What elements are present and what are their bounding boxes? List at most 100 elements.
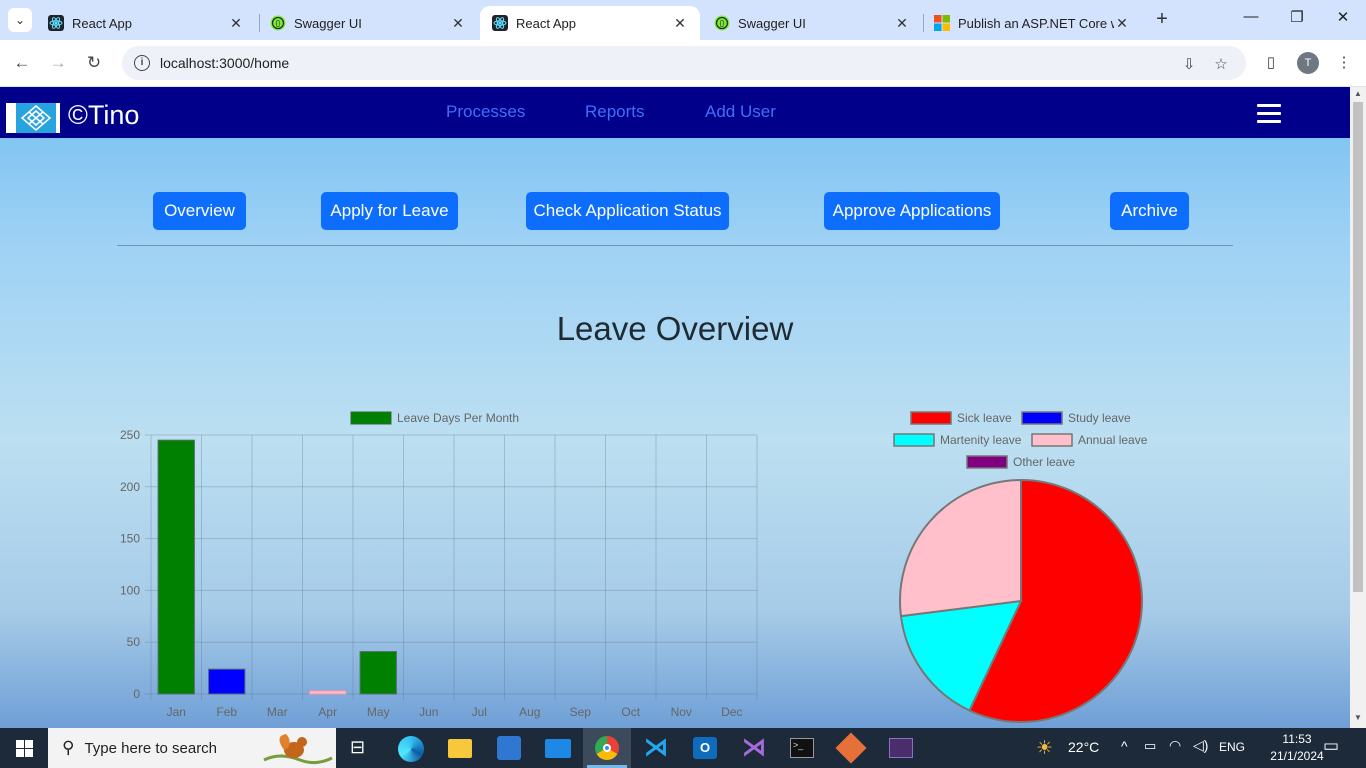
bar-legend-swatch <box>350 411 392 425</box>
new-tab-plus-icon[interactable]: + <box>1150 8 1174 32</box>
edge-browser-icon[interactable] <box>398 736 424 762</box>
input-language[interactable]: ENG <box>1219 740 1245 754</box>
url-text: localhost:3000/home <box>160 55 290 71</box>
bar-x-tick-label: Feb <box>216 705 237 719</box>
react-icon <box>48 15 64 31</box>
browser-tab-5[interactable]: Publish an ASP.NET Core we ✕ <box>922 6 1142 40</box>
swagger-icon: {} <box>270 15 286 31</box>
react-icon <box>492 15 508 31</box>
tray-chevron-icon[interactable]: ^ <box>1121 738 1128 754</box>
chrome-taskbar-button[interactable] <box>583 728 631 768</box>
microsoft-store-icon[interactable] <box>497 736 521 760</box>
browser-tab-4[interactable]: {} Swagger UI ✕ <box>702 6 922 40</box>
file-explorer-icon[interactable] <box>448 739 472 758</box>
pie-legend-label: Sick leave <box>957 411 1012 425</box>
close-tab-icon[interactable]: ✕ <box>450 15 466 32</box>
close-tab-icon[interactable]: ✕ <box>1114 15 1130 32</box>
bar-x-tick-label: Oct <box>621 705 640 719</box>
tab-title: Swagger UI <box>294 15 362 31</box>
page-viewport: ©Tino Processes Reports Add User Overvie… <box>0 87 1350 728</box>
scroll-up-icon[interactable]: ▲ <box>1350 89 1366 103</box>
windows-taskbar: ⚲ Type here to search ⊟ ⋊ O ⋊ >_ ☀ 22°C … <box>0 728 1366 768</box>
browser-tab-2[interactable]: {} Swagger UI ✕ <box>258 6 478 40</box>
windows-start-icon[interactable] <box>16 740 33 757</box>
outlook-icon[interactable]: O <box>693 737 717 759</box>
browser-tab-3-active[interactable]: React App ✕ <box>480 6 700 40</box>
site-info-icon[interactable]: i <box>134 55 150 71</box>
battery-icon[interactable]: ▭ <box>1144 738 1156 754</box>
bar-y-tick-label: 200 <box>120 480 140 494</box>
leave-type-pie-chart: Sick leave Study leave Martenity leave Annu… <box>893 411 1148 723</box>
browser-tab-1[interactable]: React App ✕ <box>36 6 256 40</box>
git-icon[interactable] <box>835 732 867 764</box>
minimize-icon[interactable]: — <box>1228 8 1274 32</box>
wifi-icon[interactable]: ◠ <box>1169 737 1181 754</box>
bar-y-tick-label: 100 <box>120 583 140 597</box>
scroll-thumb[interactable] <box>1353 102 1363 592</box>
pie-legend-label: Other leave <box>1013 455 1075 469</box>
bar-x-tick-label: Nov <box>671 705 692 719</box>
bar-x-tick-label: Jan <box>167 705 186 719</box>
weather-icon[interactable]: ☀ <box>1036 737 1053 760</box>
search-icon: ⚲ <box>62 738 75 757</box>
weather-temperature[interactable]: 22°C <box>1068 739 1099 755</box>
mail-icon[interactable] <box>545 739 571 758</box>
tab-title: React App <box>72 15 132 31</box>
pie-legend-swatch <box>1031 433 1073 447</box>
search-placeholder: Type here to search <box>84 739 218 757</box>
close-tab-icon[interactable]: ✕ <box>672 15 688 32</box>
bar-x-tick-label: Apr <box>318 705 337 719</box>
bar-x-tick-label: May <box>367 705 390 719</box>
bar-x-tick-label: Jun <box>419 705 438 719</box>
back-arrow-icon[interactable]: ← <box>10 51 34 75</box>
side-panel-icon[interactable]: ▯ <box>1259 51 1283 75</box>
bar-y-tick-label: 250 <box>120 428 140 442</box>
browser-tab-strip: ⌄ React App ✕ {} Swagger UI ✕ React App … <box>0 0 1366 40</box>
bar-x-tick-label: Aug <box>519 705 540 719</box>
close-window-icon[interactable]: ✕ <box>1320 8 1366 32</box>
vscode-icon[interactable]: ⋊ <box>644 733 668 762</box>
taskbar-search-box[interactable]: ⚲ Type here to search <box>48 728 336 768</box>
svg-text:{}: {} <box>720 21 725 28</box>
pie-legend-swatch <box>910 411 952 425</box>
profile-avatar[interactable]: T <box>1297 52 1319 74</box>
bar-x-tick-label: Mar <box>267 705 288 719</box>
bar-legend-label: Leave Days Per Month <box>397 411 519 425</box>
browser-toolbar: ← → ↻ i localhost:3000/home ⇩ ☆ ▯ T ⋮ <box>0 40 1366 86</box>
terminal-icon[interactable]: >_ <box>790 738 814 758</box>
tab-search-chevron-icon[interactable]: ⌄ <box>8 8 32 32</box>
clock-time[interactable]: 11:53 <box>1268 732 1326 746</box>
bar-x-tick-label: Sep <box>570 705 592 719</box>
restore-icon[interactable]: ❐ <box>1274 8 1320 32</box>
leave-days-bar-chart: 0 50 100 150 200 250 Jan Feb Mar Apr May Jun Jul Aug S… <box>120 411 758 719</box>
task-view-icon[interactable]: ⊟ <box>350 737 365 758</box>
pie-legend-swatch <box>966 455 1008 469</box>
tab-title: Publish an ASP.NET Core we <box>958 15 1114 31</box>
install-app-icon[interactable]: ⇩ <box>1178 54 1200 76</box>
bar-y-tick-label: 150 <box>120 532 140 546</box>
address-bar[interactable]: i localhost:3000/home ⇩ ☆ <box>122 46 1246 80</box>
swagger-icon: {} <box>714 15 730 31</box>
pie-legend-label: Study leave <box>1068 411 1131 425</box>
bar-x-tick-label: Jul <box>472 705 487 719</box>
pie-legend-label: Annual leave <box>1078 433 1148 447</box>
bar-y-tick-label: 0 <box>133 687 140 701</box>
bar-feb <box>208 668 246 695</box>
reload-icon[interactable]: ↻ <box>82 51 106 75</box>
visual-studio-icon[interactable]: ⋊ <box>742 733 766 762</box>
scroll-down-icon[interactable]: ▼ <box>1350 713 1366 727</box>
close-tab-icon[interactable]: ✕ <box>228 15 244 32</box>
notifications-icon[interactable]: ▭ <box>1323 736 1339 756</box>
bar-y-tick-label: 50 <box>127 635 141 649</box>
page-scrollbar[interactable]: ▲ ▼ <box>1350 87 1366 728</box>
more-menu-icon[interactable]: ⋮ <box>1332 51 1356 75</box>
squirrel-illustration-icon <box>263 734 333 765</box>
close-tab-icon[interactable]: ✕ <box>894 15 910 32</box>
powershell-icon[interactable] <box>889 738 913 758</box>
clock-date[interactable]: 21/1/2024 <box>1268 749 1326 763</box>
bookmark-star-icon[interactable]: ☆ <box>1210 54 1232 76</box>
forward-arrow-icon[interactable]: → <box>46 51 70 75</box>
pie-legend-label: Martenity leave <box>940 433 1022 447</box>
volume-icon[interactable]: ◁) <box>1193 737 1208 754</box>
tab-title: Swagger UI <box>738 15 806 31</box>
